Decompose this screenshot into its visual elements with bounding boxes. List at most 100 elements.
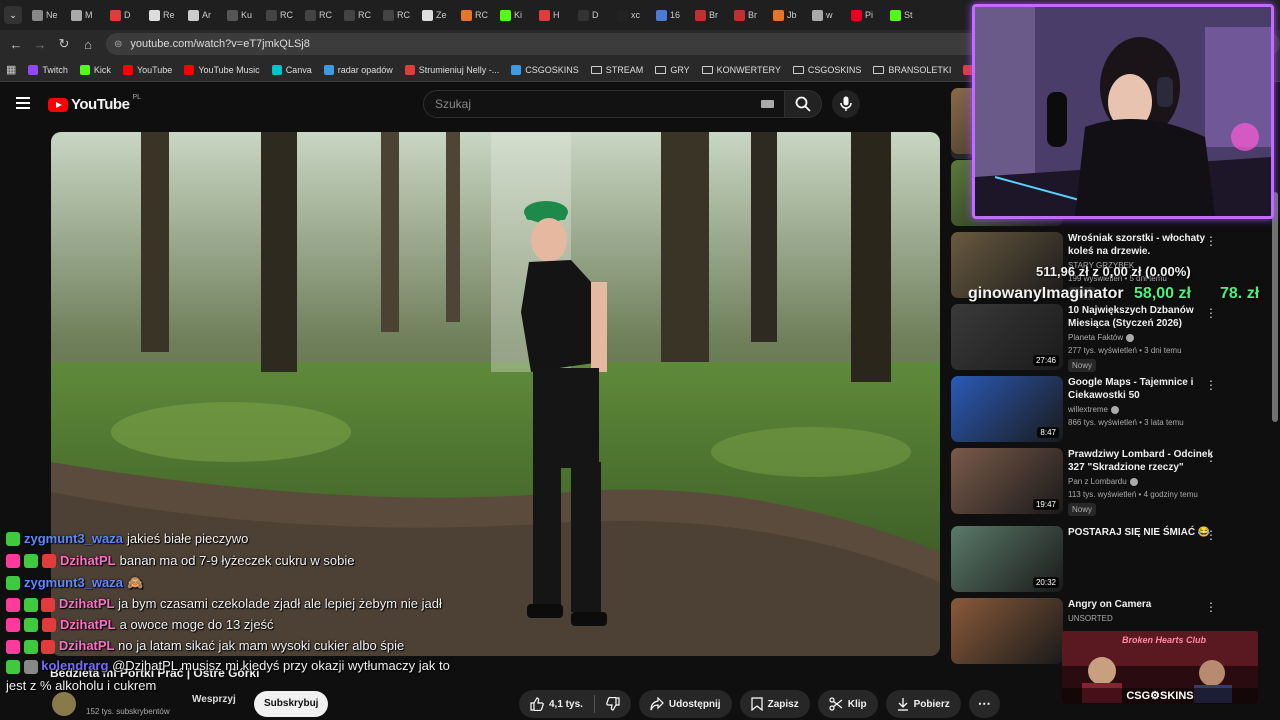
forward-button[interactable]: →: [28, 37, 52, 52]
more-options-icon[interactable]: ⋮: [1205, 451, 1217, 463]
recommended-video[interactable]: 20:32 POSTARAJ SIĘ NIE ŚMIAĆ 😂 ⋮: [951, 526, 1269, 596]
bookmark-item[interactable]: Kick: [79, 64, 111, 75]
browser-tab[interactable]: Ku: [221, 2, 260, 28]
search-button[interactable]: [784, 90, 822, 118]
bookmark-item[interactable]: CSGOSKINS: [792, 65, 861, 75]
browser-tab[interactable]: Ki: [494, 2, 533, 28]
share-button[interactable]: Udostępnij: [638, 690, 732, 718]
recommended-video[interactable]: 19:47 Prawdziwy Lombard - Odcinek 327 "Sk…: [951, 448, 1269, 518]
save-button[interactable]: Zapisz: [739, 690, 810, 718]
bookmark-item[interactable]: Strumieniuj Nelly -...: [404, 64, 499, 75]
browser-tab[interactable]: RC: [377, 2, 416, 28]
youtube-logo[interactable]: YouTube PL: [48, 94, 141, 113]
browser-tab[interactable]: w: [806, 2, 845, 28]
browser-tab[interactable]: xc: [611, 2, 650, 28]
browser-tab[interactable]: H: [533, 2, 572, 28]
tab-search-button[interactable]: ⌄: [4, 6, 22, 24]
browser-tab[interactable]: Pi: [845, 2, 884, 28]
tab-favicon-icon: [656, 9, 667, 21]
channel-name[interactable]: Pan z Lombardu: [1068, 477, 1218, 486]
recommended-video[interactable]: 8:47 Google Maps - Tajemnice i Ciekawostk…: [951, 376, 1269, 446]
browser-tab[interactable]: Ze: [416, 2, 455, 28]
voice-search-button[interactable]: [832, 90, 860, 118]
browser-tab[interactable]: RC: [338, 2, 377, 28]
tab-favicon-icon: [851, 9, 862, 21]
channel-name[interactable]: UNSORTED: [1068, 614, 1218, 623]
video-stats: 277 tys. wyświetleń • 3 dni temu: [1068, 346, 1182, 355]
apps-grid-icon[interactable]: ▦: [6, 63, 16, 76]
video-thumbnail[interactable]: 19:47: [951, 448, 1063, 514]
folder-icon: [701, 65, 713, 74]
video-thumbnail[interactable]: [951, 598, 1063, 664]
video-stats: 113 tys. wyświetleń • 4 godziny temu: [1068, 490, 1198, 499]
browser-tab[interactable]: Br: [728, 2, 767, 28]
home-button[interactable]: ⌂: [76, 37, 100, 52]
video-thumbnail[interactable]: 8:47: [951, 376, 1063, 442]
channel-name[interactable]: willextreme: [1068, 405, 1218, 414]
browser-tab[interactable]: RC: [260, 2, 299, 28]
video-thumbnail[interactable]: 20:32: [951, 526, 1063, 592]
browser-tab[interactable]: RC: [299, 2, 338, 28]
donor-name: ginowanyImaginator: [968, 285, 1124, 302]
youtube-music-icon: [184, 64, 195, 75]
more-options-icon[interactable]: ⋮: [1205, 601, 1217, 613]
chat-text: no ja latam sikać jak mam wysoki cukier …: [118, 638, 405, 653]
channel-name[interactable]: Planeta Faktów: [1068, 333, 1218, 342]
browser-tab[interactable]: St: [884, 2, 923, 28]
scrollbar[interactable]: [1272, 192, 1278, 422]
bookmark-item[interactable]: Canva: [271, 64, 312, 75]
bookmark-item[interactable]: YouTube: [122, 64, 172, 75]
chat-message: DzihatPL banan ma od 7-9 łyżeczek cukru …: [0, 550, 470, 572]
verified-icon: [1129, 477, 1138, 486]
menu-icon[interactable]: [16, 97, 30, 109]
folder-icon: [590, 65, 602, 74]
like-button[interactable]: 4,1 tys.: [519, 690, 594, 718]
video-thumbnail[interactable]: 27:46: [951, 304, 1063, 370]
more-actions-button[interactable]: ⋯: [968, 690, 1000, 718]
browser-tab[interactable]: Re: [143, 2, 182, 28]
bookmark-item[interactable]: BRANSOLETKI: [873, 65, 951, 75]
more-options-icon[interactable]: ⋮: [1205, 307, 1217, 319]
bookmark-item[interactable]: CSGOSKINS: [511, 64, 579, 75]
chat-badge-icon: [41, 639, 56, 654]
search-input[interactable]: Szukaj: [423, 90, 785, 118]
bookmark-item[interactable]: KONWERTERY: [701, 65, 781, 75]
twitch-icon: [28, 64, 39, 75]
dislike-button[interactable]: [595, 690, 631, 718]
subscriber-count: 152 tys. subskrybentów: [86, 707, 170, 716]
browser-tab[interactable]: M: [65, 2, 104, 28]
chat-badge-icon: [6, 576, 20, 590]
clip-button[interactable]: Klip: [817, 690, 878, 718]
bookmark-item[interactable]: radar opadów: [323, 64, 393, 75]
browser-tab[interactable]: Jb: [767, 2, 806, 28]
recommended-video[interactable]: 27:46 10 Największych Dzbanów Miesiąca (S…: [951, 304, 1269, 374]
browser-tab[interactable]: Ne: [26, 2, 65, 28]
next-amount: 78. zł: [1220, 285, 1260, 302]
bookmark-label: Kick: [93, 64, 111, 75]
bookmark-item[interactable]: Twitch: [28, 64, 68, 75]
bookmark-item[interactable]: STREAM: [590, 65, 643, 75]
scissors-icon: [829, 697, 843, 711]
browser-tab[interactable]: D: [104, 2, 143, 28]
bookmark-item[interactable]: GRY: [655, 65, 690, 75]
video-duration: 8:47: [1037, 427, 1059, 438]
browser-tab[interactable]: RC: [455, 2, 494, 28]
more-options-icon[interactable]: ⋮: [1205, 379, 1217, 391]
reload-button[interactable]: ↻: [52, 36, 76, 52]
browser-tab[interactable]: Br: [689, 2, 728, 28]
site-info-icon[interactable]: ⊜: [114, 39, 122, 50]
browser-tab[interactable]: 16: [650, 2, 689, 28]
tab-title: w: [826, 10, 833, 20]
download-button[interactable]: Pobierz: [885, 690, 961, 718]
tab-favicon-icon: [149, 9, 160, 21]
ad-brand: CSG⚙SKINS: [1062, 688, 1258, 704]
more-options-icon[interactable]: ⋮: [1205, 529, 1217, 541]
more-options-icon[interactable]: ⋮: [1205, 235, 1217, 247]
video-meta: Google Maps - Tajemnice i Ciekawostki 50…: [1068, 376, 1218, 427]
browser-tab[interactable]: Ar: [182, 2, 221, 28]
keyboard-icon[interactable]: [761, 100, 774, 108]
chat-badge-icon: [41, 597, 56, 612]
browser-tab[interactable]: D: [572, 2, 611, 28]
bookmark-item[interactable]: YouTube Music: [184, 64, 260, 75]
back-button[interactable]: ←: [4, 37, 28, 52]
